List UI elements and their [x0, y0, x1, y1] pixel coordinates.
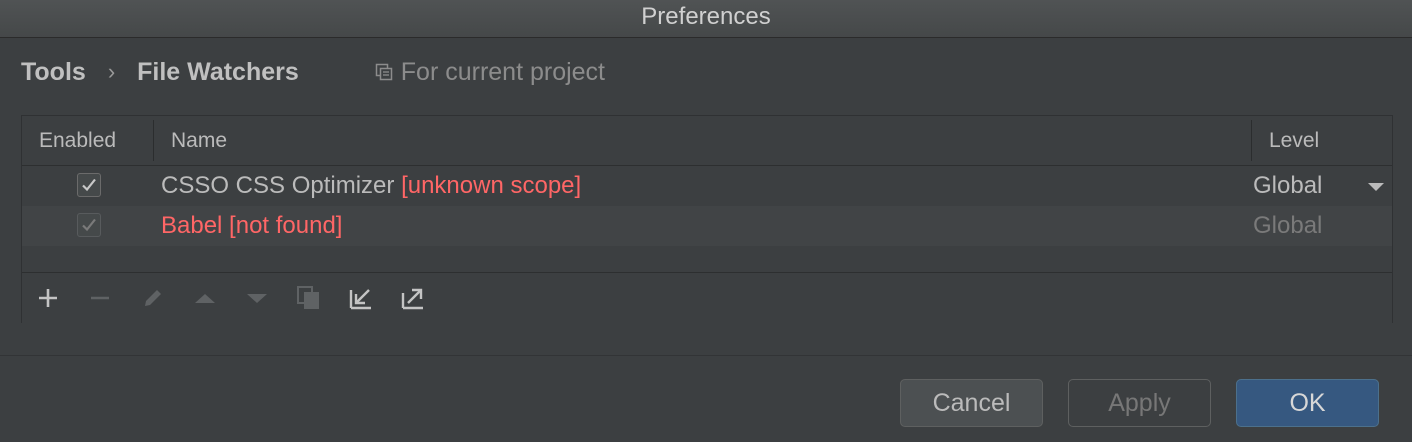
move-down-icon[interactable]	[244, 285, 270, 311]
table-header: Enabled Name Level	[22, 116, 1392, 166]
table-row[interactable]: Babel [not found] Global	[22, 206, 1392, 246]
watcher-name-cell: Babel [not found]	[161, 206, 342, 246]
column-header-level[interactable]: Level	[1269, 116, 1319, 165]
cancel-button[interactable]: Cancel	[900, 379, 1043, 427]
column-separator[interactable]	[153, 120, 154, 161]
import-icon[interactable]	[348, 285, 374, 311]
ok-button[interactable]: OK	[1236, 379, 1379, 427]
edit-icon[interactable]	[140, 285, 166, 311]
breadcrumb: Tools › File Watchers For current projec…	[21, 54, 605, 90]
column-header-name[interactable]: Name	[171, 116, 227, 165]
enabled-checkbox[interactable]	[77, 213, 101, 237]
project-scope-text: For current project	[400, 57, 606, 86]
remove-icon[interactable]	[87, 285, 113, 311]
watcher-level[interactable]: Global	[1253, 206, 1322, 246]
table-toolbar	[22, 272, 1392, 323]
file-watchers-panel: Enabled Name Level CSSO CSS Optimizer [u…	[21, 115, 1393, 323]
watcher-name-cell: CSSO CSS Optimizer [unknown scope]	[161, 166, 581, 206]
column-header-enabled[interactable]: Enabled	[39, 116, 116, 165]
chevron-down-icon[interactable]	[1367, 182, 1385, 192]
breadcrumb-file-watchers: File Watchers	[137, 57, 299, 86]
watcher-name: CSSO CSS Optimizer	[161, 172, 395, 199]
checkmark-icon	[82, 218, 96, 232]
copy-icon[interactable]	[296, 285, 322, 311]
apply-button[interactable]: Apply	[1068, 379, 1211, 427]
project-scope-icon	[375, 63, 393, 81]
project-scope-label: For current project	[375, 58, 605, 87]
export-icon[interactable]	[400, 285, 426, 311]
watcher-error: [unknown scope]	[401, 172, 582, 199]
checkmark-icon	[82, 178, 96, 192]
watcher-level[interactable]: Global	[1253, 166, 1322, 206]
breadcrumb-separator: ›	[107, 59, 116, 84]
watcher-error: Babel [not found]	[161, 212, 343, 239]
enabled-checkbox[interactable]	[77, 173, 101, 197]
column-separator[interactable]	[1251, 120, 1252, 161]
breadcrumb-tools[interactable]: Tools	[21, 58, 86, 87]
add-icon[interactable]	[35, 285, 61, 311]
move-up-icon[interactable]	[192, 285, 218, 311]
table-row[interactable]: CSSO CSS Optimizer [unknown scope] Globa…	[22, 166, 1392, 206]
window-title: Preferences	[0, 0, 1412, 38]
footer-divider	[0, 355, 1412, 356]
